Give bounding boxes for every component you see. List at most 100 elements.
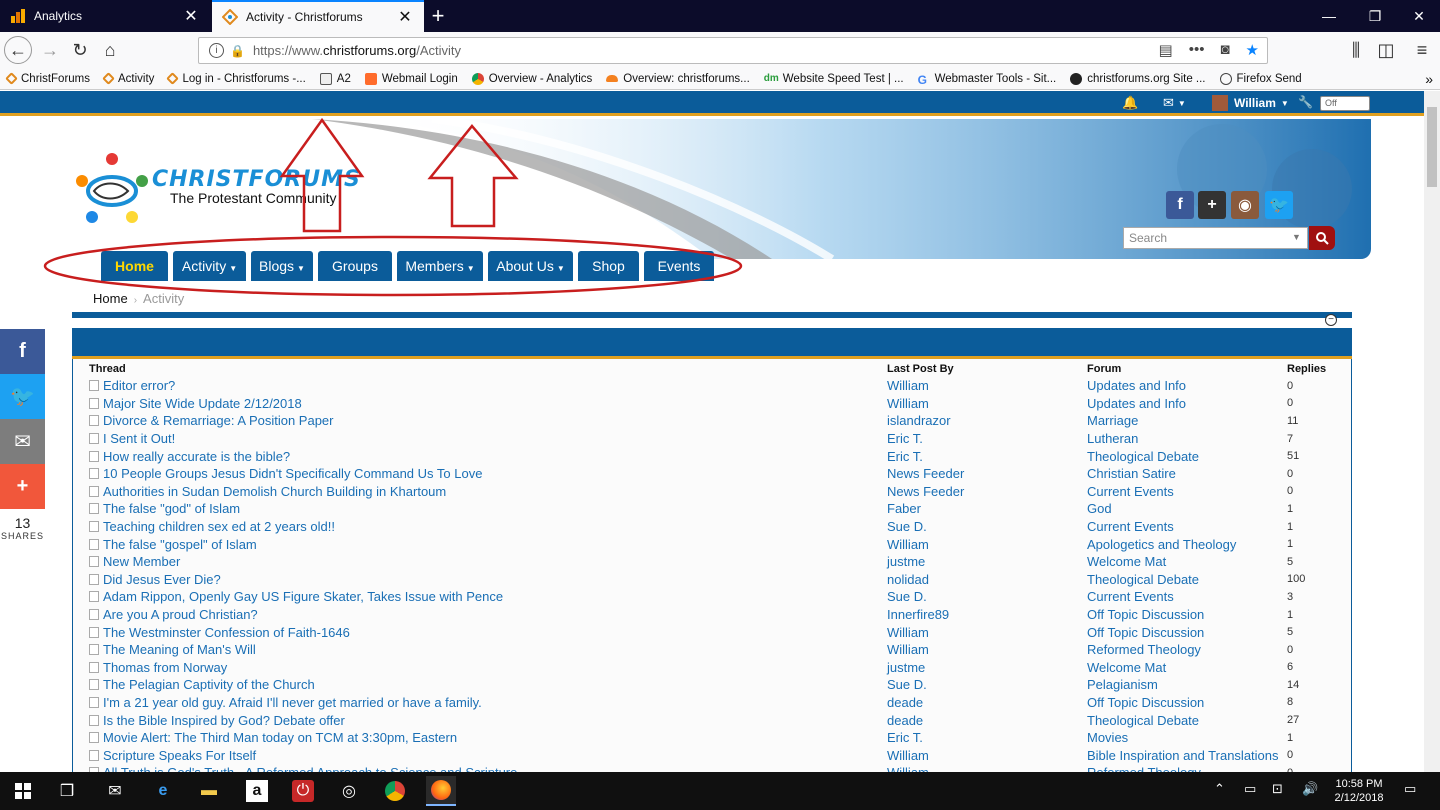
restore-icon[interactable]: ❐ [1352, 0, 1398, 32]
bookmark-webmail[interactable]: Webmail Login [358, 72, 465, 85]
last-post-user-link[interactable]: News Feeder [887, 465, 1087, 483]
bookmark-webmaster-tools[interactable]: G Webmaster Tools - Sit... [911, 73, 1064, 87]
thread-link[interactable]: Authorities in Sudan Demolish Church Bui… [103, 484, 446, 499]
thread-link[interactable]: Thomas from Norway [103, 660, 227, 675]
forum-link[interactable]: Current Events [1087, 588, 1287, 606]
nav-home[interactable]: Home [101, 251, 168, 281]
last-post-user-link[interactable]: deade [887, 711, 1087, 729]
thread-link[interactable]: The Westminster Confession of Faith-1646 [103, 625, 350, 640]
thread-link[interactable]: Did Jesus Ever Die? [103, 572, 221, 587]
last-post-user-link[interactable]: William [887, 623, 1087, 641]
last-post-user-link[interactable]: Faber [887, 500, 1087, 518]
new-tab-button[interactable]: + [428, 3, 448, 29]
last-post-user-link[interactable]: William [887, 764, 1087, 772]
thread-link[interactable]: 10 People Groups Jesus Didn't Specifical… [103, 466, 482, 481]
bookmark-overview-analytics[interactable]: Overview - Analytics [465, 72, 600, 85]
volume-icon[interactable]: 🔊 [1302, 781, 1318, 797]
home-icon[interactable]: ⌂ [96, 36, 124, 64]
reload-icon[interactable]: ↻ [66, 36, 94, 64]
forum-link[interactable]: Marriage [1087, 412, 1287, 430]
last-post-user-link[interactable]: Sue D. [887, 588, 1087, 606]
forum-link[interactable]: Movies [1087, 729, 1287, 747]
last-post-user-link[interactable]: Eric T. [887, 430, 1087, 448]
last-post-user-link[interactable]: William [887, 535, 1087, 553]
minimize-icon[interactable]: — [1306, 0, 1352, 32]
forum-link[interactable]: Lutheran [1087, 430, 1287, 448]
forum-link[interactable]: Theological Debate [1087, 571, 1287, 589]
messages-envelope-icon[interactable]: ✉ ▼ [1163, 95, 1186, 111]
last-post-user-link[interactable]: justme [887, 659, 1087, 677]
forum-link[interactable]: Pelagianism [1087, 676, 1287, 694]
bookmarks-overflow-icon[interactable]: » [1418, 71, 1440, 87]
last-post-user-link[interactable]: Eric T. [887, 729, 1087, 747]
system-clock[interactable]: 10:58 PM 2/12/2018 [1328, 777, 1390, 805]
forum-link[interactable]: Reformed Theology [1087, 641, 1287, 659]
pocket-icon[interactable]: ◙ [1220, 41, 1229, 59]
nav-blogs[interactable]: Blogs ▼ [251, 251, 313, 281]
last-post-user-link[interactable]: Sue D. [887, 518, 1087, 536]
chevron-down-icon[interactable]: ▼ [1292, 232, 1301, 242]
last-post-user-link[interactable]: Innerfire89 [887, 606, 1087, 624]
thread-link[interactable]: I'm a 21 year old guy. Afraid I'll never… [103, 695, 482, 710]
thread-link[interactable]: Teaching children sex ed at 2 years old!… [103, 519, 335, 534]
chrome-icon[interactable] [380, 776, 410, 806]
last-post-user-link[interactable]: William [887, 395, 1087, 413]
thread-link[interactable]: I Sent it Out! [103, 431, 175, 446]
email-share-icon[interactable]: ✉ [0, 419, 45, 464]
bookmark-a2[interactable]: A2 [313, 72, 358, 85]
forum-link[interactable]: Bible Inspiration and Translations [1087, 746, 1287, 764]
network-icon[interactable]: ⊡ [1272, 781, 1283, 797]
forum-link[interactable]: Theological Debate [1087, 711, 1287, 729]
last-post-user-link[interactable]: Eric T. [887, 447, 1087, 465]
nav-groups[interactable]: Groups [318, 251, 392, 281]
thread-link[interactable]: Are you A proud Christian? [103, 607, 258, 622]
forum-link[interactable]: Apologetics and Theology [1087, 535, 1287, 553]
bookmark-alexa[interactable]: christforums.org Site ... [1063, 72, 1212, 85]
forum-link[interactable]: Off Topic Discussion [1087, 606, 1287, 624]
menu-icon[interactable]: ≡ [1408, 36, 1436, 64]
thread-link[interactable]: The false "god" of Islam [103, 501, 240, 516]
thread-link[interactable]: New Member [103, 554, 180, 569]
firefox-icon[interactable] [426, 776, 456, 806]
windows-start-icon[interactable] [8, 776, 38, 806]
last-post-user-link[interactable]: William [887, 377, 1087, 395]
last-post-user-link[interactable]: islandrazor [887, 412, 1087, 430]
back-icon[interactable]: ← [4, 36, 32, 64]
amazon-icon[interactable]: a [242, 776, 272, 806]
thread-link[interactable]: Movie Alert: The Third Man today on TCM … [103, 730, 457, 745]
thread-link[interactable]: Scripture Speaks For Itself [103, 748, 256, 763]
tab-analytics[interactable]: Analytics ✕ [0, 0, 210, 32]
toggle-switch[interactable]: Off [1320, 96, 1370, 111]
facebook-share-icon[interactable]: f [0, 329, 45, 374]
forum-link[interactable]: Welcome Mat [1087, 659, 1287, 677]
library-icon[interactable]: ⫼ [1342, 36, 1370, 64]
nav-activity[interactable]: Activity ▼ [173, 251, 246, 281]
thread-link[interactable]: The Meaning of Man's Will [103, 642, 256, 657]
close-icon[interactable]: ✕ [182, 6, 200, 26]
tab-activity[interactable]: Activity - Christforums ✕ [212, 0, 424, 32]
bookmark-star-icon[interactable]: ★ [1246, 41, 1259, 59]
forum-link[interactable]: Updates and Info [1087, 395, 1287, 413]
media-app-icon[interactable]: ◎ [334, 776, 364, 806]
thread-link[interactable]: Editor error? [103, 378, 175, 393]
thread-link[interactable]: The Pelagian Captivity of the Church [103, 677, 315, 692]
more-share-icon[interactable]: + [0, 464, 45, 509]
power-app-icon[interactable]: ⏻ [288, 776, 318, 806]
mail-app-icon[interactable]: ✉ [100, 776, 130, 806]
edge-browser-icon[interactable]: e [148, 776, 178, 806]
forum-link[interactable]: Off Topic Discussion [1087, 623, 1287, 641]
close-icon[interactable]: ✕ [396, 7, 414, 27]
last-post-user-link[interactable]: William [887, 746, 1087, 764]
last-post-user-link[interactable]: nolidad [887, 571, 1087, 589]
collapse-icon[interactable]: − [1325, 314, 1337, 326]
task-view-icon[interactable]: ❒ [52, 776, 82, 806]
nav-events[interactable]: Events [644, 251, 714, 281]
info-icon[interactable]: i [209, 43, 224, 58]
url-bar[interactable]: i 🔒 https://www. christforums.org/Activit… [198, 37, 1268, 64]
twitter-icon[interactable]: 🐦 [1265, 191, 1293, 219]
thread-link[interactable]: Major Site Wide Update 2/12/2018 [103, 396, 302, 411]
notifications-bell-icon[interactable]: 🔔 [1122, 95, 1138, 111]
last-post-user-link[interactable]: William [887, 641, 1087, 659]
search-button[interactable] [1309, 226, 1335, 250]
google-plus-icon[interactable]: + [1198, 191, 1226, 219]
